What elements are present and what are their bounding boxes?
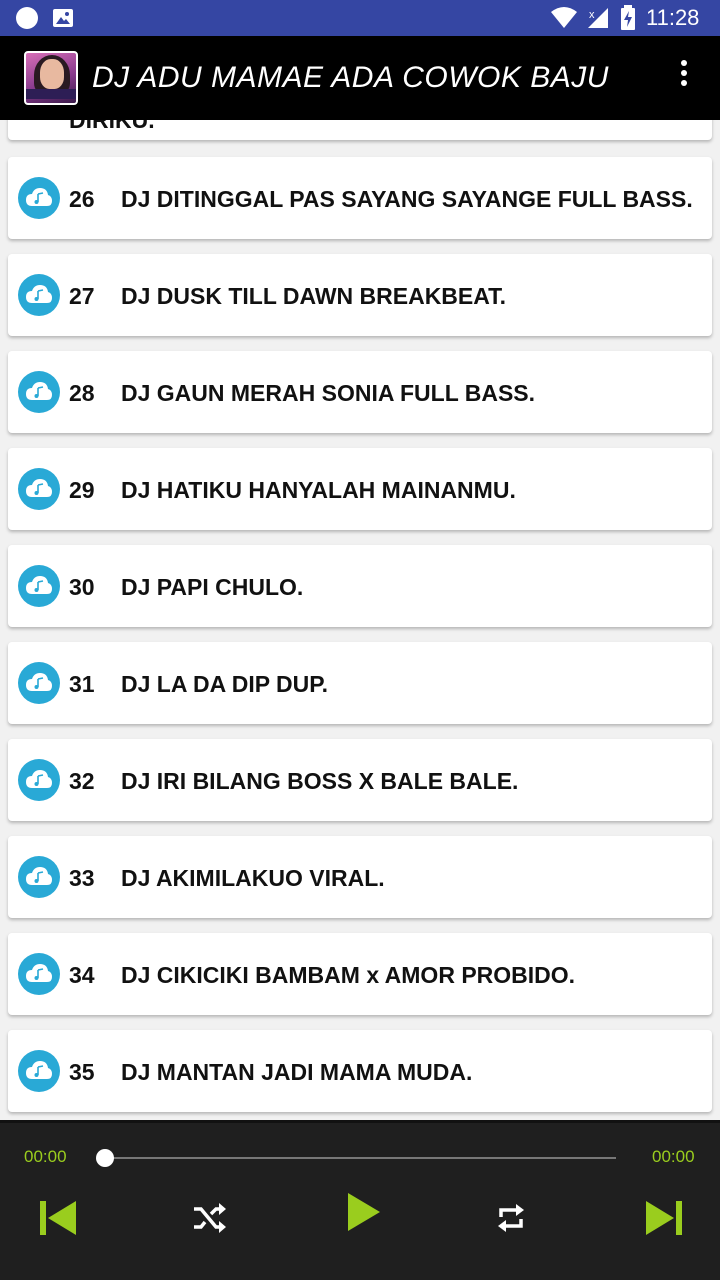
list-item[interactable]: 28 DJ GAUN MERAH SONIA FULL BASS. (8, 351, 712, 433)
cloud-music-icon (18, 468, 60, 510)
music-player-bar: 00:00 00:00 (0, 1120, 720, 1280)
shuffle-icon[interactable] (192, 1203, 226, 1233)
song-number: 35 (69, 1059, 95, 1085)
list-item[interactable]: 26 DJ DITINGGAL PAS SAYANG SAYANGE FULL B… (8, 157, 712, 239)
cloud-music-icon (18, 1050, 60, 1092)
song-title: DJ LA DA DIP DUP. (121, 671, 329, 697)
cloud-music-icon (18, 177, 60, 219)
list-item[interactable]: 29 DJ HATIKU HANYALAH MAINANMU. (8, 448, 712, 530)
song-title: DJ DITINGGAL PAS SAYANG SAYANGE FULL BAS… (121, 186, 693, 212)
song-title: DJ PAPI CHULO. (121, 574, 304, 600)
notification-circle-icon (16, 7, 38, 29)
elapsed-time: 00:00 (24, 1147, 67, 1166)
song-number: 34 (69, 962, 95, 988)
status-bar: x 11:28 (0, 0, 720, 36)
song-number: 32 (69, 768, 95, 794)
svg-text:x: x (589, 9, 595, 21)
song-number: 31 (69, 671, 95, 697)
song-number: 33 (69, 865, 95, 891)
list-item[interactable]: 33 DJ AKIMILAKUO VIRAL. (8, 836, 712, 918)
total-time: 00:00 (652, 1147, 695, 1166)
song-title: DJ MANTAN JADI MAMA MUDA. (121, 1059, 473, 1085)
song-title: DJ CIKICIKI BAMBAM x AMOR PROBIDO. (121, 962, 576, 988)
list-item[interactable]: 27 DJ DUSK TILL DAWN BREAKBEAT. (8, 254, 712, 336)
cloud-music-icon (18, 759, 60, 801)
cloud-music-icon (18, 371, 60, 413)
song-number: 30 (69, 574, 95, 600)
app-logo (24, 51, 78, 105)
song-number: 27 (69, 283, 95, 309)
list-item[interactable]: 34 DJ CIKICIKI BAMBAM x AMOR PROBIDO. (8, 933, 712, 1015)
song-title: DJ GAUN MERAH SONIA FULL BASS. (121, 380, 536, 406)
skip-previous-icon[interactable] (38, 1199, 78, 1237)
cloud-music-icon (18, 953, 60, 995)
cloud-music-icon (18, 662, 60, 704)
app-title: DJ ADU MAMAE ADA COWOK BAJU (92, 61, 609, 94)
song-title: DJ AKIMILAKUO VIRAL. (121, 865, 385, 891)
wifi-icon (551, 7, 577, 28)
battery-charging-icon (621, 5, 635, 30)
clock: 11:28 (646, 5, 700, 30)
cloud-music-icon (18, 565, 60, 607)
song-number: 28 (69, 380, 95, 406)
seek-bar[interactable] (104, 1157, 616, 1159)
song-title: DJ HATIKU HANYALAH MAINANMU. (121, 477, 516, 503)
song-title: DJ DUSK TILL DAWN BREAKBEAT. (121, 283, 507, 309)
skip-next-icon[interactable] (644, 1199, 684, 1237)
song-number: 26 (69, 186, 95, 212)
image-notification-icon (53, 9, 73, 27)
song-number: 29 (69, 477, 95, 503)
list-item[interactable]: 31 DJ LA DA DIP DUP. (8, 642, 712, 724)
song-title: DJ IRI BILANG BOSS X BALE BALE. (121, 768, 519, 794)
list-item[interactable]: 35 DJ MANTAN JADI MAMA MUDA. (8, 1030, 712, 1112)
cloud-music-icon (18, 856, 60, 898)
list-item[interactable]: 32 DJ IRI BILANG BOSS X BALE BALE. (8, 739, 712, 821)
signal-icon: x (588, 8, 608, 28)
seek-thumb[interactable] (96, 1149, 114, 1167)
list-item[interactable]: 30 DJ PAPI CHULO. (8, 545, 712, 627)
repeat-icon[interactable] (496, 1201, 526, 1235)
cloud-music-icon (18, 274, 60, 316)
overflow-menu-icon[interactable] (674, 58, 694, 98)
play-icon[interactable] (346, 1191, 382, 1233)
app-bar: DJ ADU MAMAE ADA COWOK BAJU (0, 36, 720, 120)
